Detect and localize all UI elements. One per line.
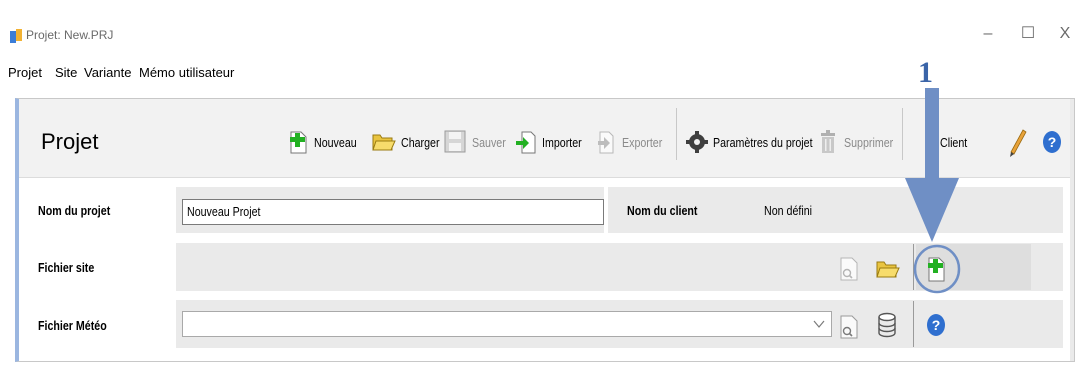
- save-button[interactable]: Sauver: [444, 128, 513, 156]
- new-document-icon: [290, 131, 307, 154]
- import-label: Importer: [542, 134, 582, 150]
- export-button[interactable]: Exporter: [597, 128, 671, 156]
- meteo-file-select[interactable]: [182, 311, 832, 337]
- site-file-label: Fichier site: [38, 260, 95, 275]
- menu-variante[interactable]: Variante: [84, 65, 131, 80]
- database-icon[interactable]: [876, 312, 898, 338]
- menu-site[interactable]: Site: [55, 65, 77, 80]
- preview-file-icon[interactable]: [838, 256, 860, 282]
- close-button[interactable]: X: [1045, 22, 1077, 46]
- project-name-label: Nom du projet: [38, 203, 111, 218]
- pencil-icon[interactable]: [1008, 128, 1028, 158]
- preview-meteo-file-icon[interactable]: [838, 314, 860, 340]
- import-button[interactable]: Importer: [515, 128, 590, 156]
- annotation-circle-icon: [913, 244, 961, 294]
- meteo-help-icon[interactable]: ?: [926, 313, 946, 337]
- project-params-label: Paramètres du projet: [713, 134, 813, 150]
- row-separator: [913, 301, 914, 347]
- new-label: Nouveau: [314, 134, 357, 150]
- svg-text:?: ?: [1048, 134, 1057, 150]
- project-name-value: Nouveau Projet: [187, 204, 261, 219]
- import-icon: [516, 131, 536, 154]
- svg-text:?: ?: [932, 317, 941, 333]
- menu-projet[interactable]: Projet: [8, 65, 42, 80]
- project-params-button[interactable]: Paramètres du projet: [686, 128, 834, 156]
- save-label: Sauver: [472, 134, 506, 150]
- meteo-file-label: Fichier Météo: [38, 318, 107, 333]
- help-icon[interactable]: ?: [1042, 130, 1062, 154]
- delete-button[interactable]: Supprimer: [818, 128, 904, 156]
- load-label: Charger: [401, 134, 440, 150]
- menu-memo-utilisateur[interactable]: Mémo utilisateur: [139, 65, 234, 80]
- app-icon: [10, 29, 22, 43]
- minimize-button[interactable]: –: [968, 22, 1008, 46]
- new-button[interactable]: Nouveau: [288, 128, 366, 156]
- export-icon: [598, 131, 614, 154]
- gear-icon: [686, 131, 708, 153]
- annotation-number: 1: [918, 56, 933, 89]
- title-bar: Projet: New.PRJ – ☐ X: [0, 0, 1077, 58]
- maximize-button[interactable]: ☐: [1008, 22, 1048, 46]
- chevron-down-icon: [813, 320, 825, 328]
- menu-bar: Projet Site Variante Mémo utilisateur: [0, 62, 1077, 86]
- trash-icon: [821, 130, 835, 153]
- client-name-value: Non défini: [764, 203, 813, 218]
- export-label: Exporter: [622, 134, 663, 150]
- annotation-arrow-icon: [905, 88, 959, 242]
- load-button[interactable]: Charger: [372, 128, 448, 156]
- window-title: Projet: New.PRJ: [26, 28, 114, 42]
- open-folder-icon[interactable]: [876, 258, 900, 280]
- toolbar-separator: [676, 108, 677, 160]
- delete-label: Supprimer: [844, 134, 894, 150]
- panel-title: Projet: [41, 129, 99, 154]
- folder-icon: [372, 134, 396, 151]
- save-disk-icon: [444, 130, 466, 153]
- client-name-label: Nom du client: [627, 203, 698, 218]
- project-name-input[interactable]: Nouveau Projet: [182, 199, 604, 225]
